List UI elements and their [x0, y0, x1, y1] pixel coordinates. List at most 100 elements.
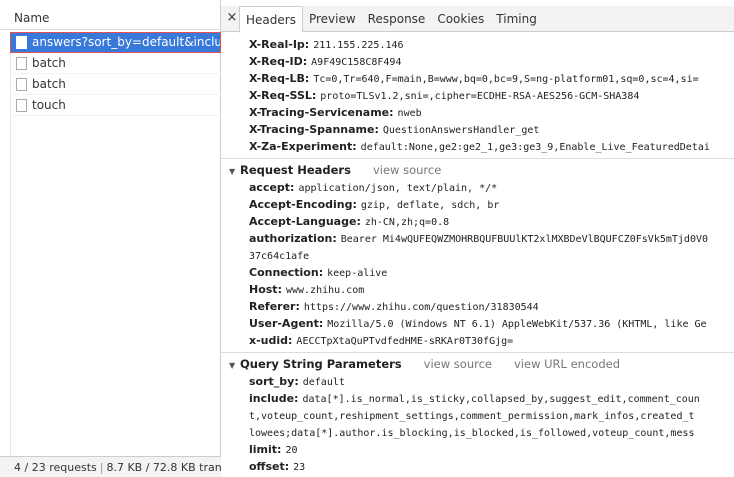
file-icon [16, 99, 27, 112]
request-row-answers[interactable]: answers?sort_by=default&includ... [10, 32, 221, 53]
request-header-row: User-Agent: Mozilla/5.0 (Windows NT 6.1) … [249, 315, 707, 332]
request-name: batch [32, 56, 66, 70]
param-value: t,voteup_count,reshipment_settings,comme… [249, 411, 695, 422]
tab-response[interactable]: Response [362, 6, 432, 32]
header-name: Accept-Encoding: [249, 198, 357, 211]
header-value: proto=TLSv1.2,sni=,cipher=ECDHE-RSA-AES2… [320, 91, 640, 102]
response-header-row: X-Req-SSL: proto=TLSv1.2,sni=,cipher=ECDH… [249, 87, 639, 104]
file-icon [16, 57, 27, 70]
header-name: X-Tracing-Spanname: [249, 123, 379, 136]
triangle-down-icon: ▼ [229, 167, 236, 176]
section-title-text: Request Headers [240, 163, 351, 177]
request-header-row: authorization: Bearer Mi4wQUFEQWZMOHRBQUF… [249, 230, 708, 247]
request-name: answers?sort_by=default&includ... [32, 35, 221, 49]
request-header-row: Host: www.zhihu.com [249, 281, 364, 298]
request-header-row: Accept-Encoding: gzip, deflate, sdch, br [249, 196, 499, 213]
header-value: Bearer Mi4wQUFEQWZMOHRBQUFBUUlKT2xlMXBDe… [340, 234, 709, 245]
tab-preview[interactable]: Preview [303, 6, 362, 32]
tab-timing[interactable]: Timing [490, 6, 543, 32]
header-name: x-udid: [249, 334, 293, 347]
file-icon [16, 78, 27, 91]
param-name: sort_by: [249, 375, 299, 388]
header-name: accept: [249, 181, 295, 194]
header-value: nweb [397, 108, 422, 119]
header-name: authorization: [249, 232, 337, 245]
param-name: include: [249, 392, 299, 405]
request-header-row: accept: application/json, text/plain, */* [249, 179, 497, 196]
status-separator: | [99, 461, 104, 474]
header-value: Mozilla/5.0 (Windows NT 6.1) AppleWebKit… [327, 319, 707, 330]
headers-content: X-Real-Ip: 211.155.225.146 X-Req-ID: A9F49… [221, 33, 734, 477]
header-name: Referer: [249, 300, 300, 313]
header-value: AECCTpXtaQuPTvdfedHME-sRKAr0T30fGjg= [296, 336, 514, 347]
view-source-link[interactable]: view source [424, 357, 492, 371]
response-header-row: X-Req-ID: A9F49C158C8F494 [249, 53, 401, 70]
section-title-text: Query String Parameters [240, 357, 402, 371]
header-name: X-Za-Experiment: [249, 140, 357, 153]
section-divider [221, 158, 734, 159]
transferred-size: 8.7 KB / 72.8 KB tran... [106, 461, 221, 474]
request-detail-panel: × Headers Preview Response Cookies Timin… [221, 0, 734, 477]
request-count: 4 / 23 requests [14, 461, 97, 474]
request-name: touch [32, 98, 66, 112]
view-source-link[interactable]: view source [373, 163, 441, 177]
status-bar: 4 / 23 requests | 8.7 KB / 72.8 KB tran... [0, 456, 221, 477]
query-param-row: offset: 23 [249, 458, 305, 475]
header-value: A9F49C158C8F494 [311, 57, 402, 68]
header-name: X-Req-SSL: [249, 89, 317, 102]
param-name: limit: [249, 443, 282, 456]
header-name: X-Real-Ip: [249, 38, 310, 51]
tab-headers[interactable]: Headers [239, 6, 303, 33]
request-headers-title[interactable]: ▼ Request Headers view source [229, 161, 441, 179]
query-param-row: limit: 20 [249, 441, 297, 458]
request-header-row: x-udid: AECCTpXtaQuPTvdfedHME-sRKAr0T30fG… [249, 332, 513, 349]
request-row-touch[interactable]: touch [10, 95, 221, 116]
header-value: default:None,ge2:ge2_1,ge3:ge3_9,Enable_… [360, 142, 710, 153]
header-value: 37c64c1afe [249, 251, 310, 262]
query-params-title[interactable]: ▼ Query String Parameters view source view … [229, 355, 620, 373]
header-value: https://www.zhihu.com/question/31830544 [303, 302, 539, 313]
response-header-row: X-Tracing-Servicename: nweb [249, 104, 422, 121]
header-value: application/json, text/plain, */* [298, 183, 498, 194]
header-value: keep-alive [327, 268, 388, 279]
query-param-row: lowees;data[*].author.is_blocking,is_blo… [249, 424, 695, 441]
header-value: Tc=0,Tr=640,F=main,B=www,bq=0,bc=9,S=ng-… [313, 74, 699, 85]
header-name: Connection: [249, 266, 324, 279]
view-url-encoded-link[interactable]: view URL encoded [514, 357, 620, 371]
param-value: 23 [293, 462, 306, 473]
response-header-row: X-Req-LB: Tc=0,Tr=640,F=main,B=www,bq=0,b… [249, 70, 699, 87]
name-column-header[interactable]: Name [0, 8, 221, 30]
close-icon[interactable]: × [225, 11, 239, 25]
request-header-row: Referer: https://www.zhihu.com/question/3… [249, 298, 539, 315]
param-value: lowees;data[*].author.is_blocking,is_blo… [249, 428, 695, 439]
request-row-batch-2[interactable]: batch [10, 74, 221, 95]
param-name: offset: [249, 460, 290, 473]
request-header-row: Accept-Language: zh-CN,zh;q=0.8 [249, 213, 449, 230]
header-name: Host: [249, 283, 282, 296]
request-header-row: Connection: keep-alive [249, 264, 387, 281]
detail-tabbar: × Headers Preview Response Cookies Timin… [221, 6, 734, 33]
query-param-row: include: data[*].is_normal,is_sticky,coll… [249, 390, 700, 407]
triangle-down-icon: ▼ [229, 361, 236, 370]
header-value: zh-CN,zh;q=0.8 [364, 217, 450, 228]
request-name: batch [32, 77, 66, 91]
tab-cookies[interactable]: Cookies [431, 6, 490, 32]
response-header-row: X-Za-Experiment: default:None,ge2:ge2_1,g… [249, 138, 710, 155]
request-row-batch-1[interactable]: batch [10, 53, 221, 74]
header-name: User-Agent: [249, 317, 324, 330]
request-list-panel: Name answers?sort_by=default&includ... b… [0, 0, 221, 477]
detail-tabs: Headers Preview Response Cookies Timing [239, 6, 543, 33]
param-value: default [302, 377, 345, 388]
query-param-row: t,voteup_count,reshipment_settings,comme… [249, 407, 695, 424]
header-value: www.zhihu.com [285, 285, 365, 296]
request-header-row: 37c64c1afe [249, 247, 309, 264]
header-name: X-Tracing-Servicename: [249, 106, 394, 119]
header-name: X-Req-ID: [249, 55, 308, 68]
header-value: gzip, deflate, sdch, br [360, 200, 500, 211]
file-icon [16, 36, 27, 49]
param-value: 20 [285, 445, 298, 456]
query-param-row: sort_by: default [249, 373, 345, 390]
response-header-row: X-Tracing-Spanname: QuestionAnswersHandle… [249, 121, 539, 138]
section-divider [221, 352, 734, 353]
header-name: Accept-Language: [249, 215, 361, 228]
